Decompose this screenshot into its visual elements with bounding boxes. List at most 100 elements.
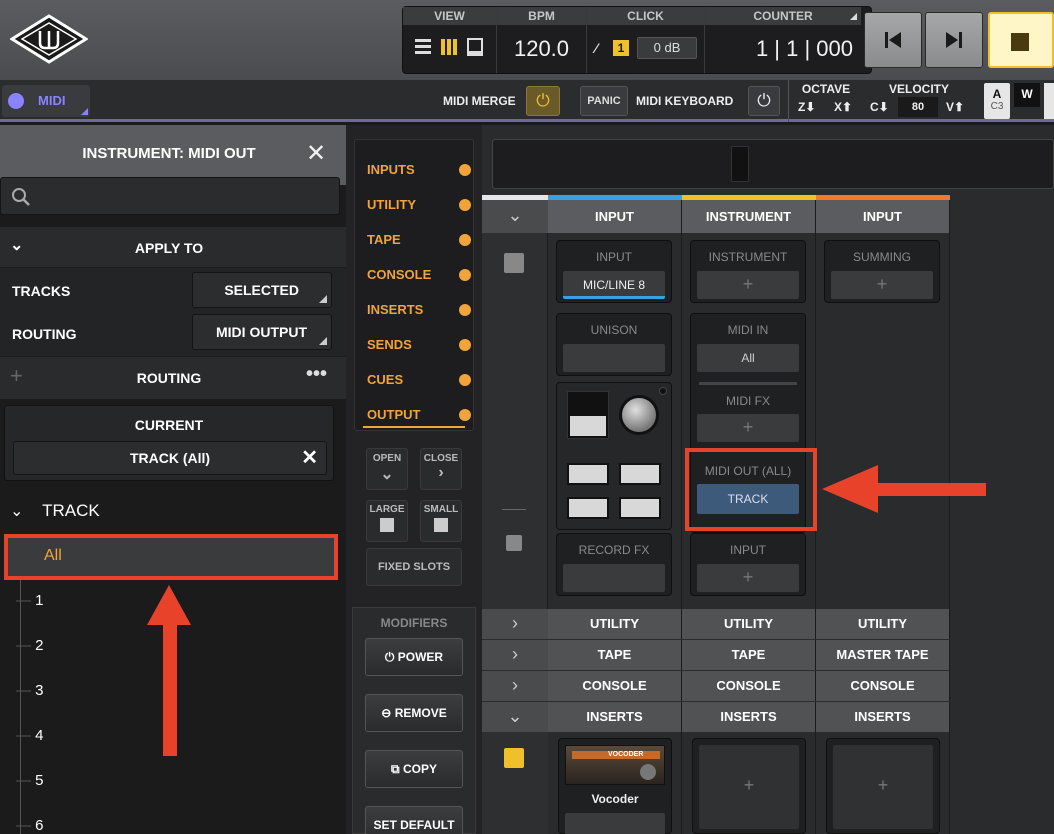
overview-strip[interactable] (492, 139, 1054, 189)
gain-knob[interactable] (619, 395, 659, 435)
collapse-inserts-button[interactable]: ⌄ (482, 702, 548, 732)
tab-sends[interactable]: SENDS (367, 327, 471, 362)
power-modifier-button[interactable]: ⏻ POWER (365, 638, 463, 676)
tape-row-3[interactable]: MASTER TAPE (816, 640, 950, 670)
forward-button[interactable] (925, 12, 983, 68)
tab-cues[interactable]: CUES (367, 362, 471, 397)
console-row-3[interactable]: CONSOLE (816, 671, 950, 701)
panic-button[interactable]: PANIC (580, 86, 628, 116)
tree-item-6[interactable]: — 6 (16, 817, 44, 834)
open-button[interactable]: OPEN ⌄ (366, 448, 408, 490)
channel-header-input[interactable]: INPUT (548, 200, 682, 233)
preamp-button[interactable] (619, 497, 661, 519)
tree-item-2[interactable]: — 2 (16, 637, 44, 654)
insert-slot-empty-2[interactable]: + (692, 738, 806, 834)
unison-slot[interactable] (563, 344, 665, 372)
midi-mode-button[interactable]: MIDI (2, 85, 90, 117)
search-input[interactable] (0, 177, 340, 215)
routing-dropdown[interactable]: MIDI OUTPUT (192, 314, 332, 350)
apply-to-header[interactable]: ⌄ APPLY TO (0, 227, 346, 267)
console-view-icon[interactable] (467, 38, 483, 56)
tape-row-1[interactable]: TAPE (548, 640, 682, 670)
columns-view-icon[interactable] (441, 39, 457, 55)
preamp-button[interactable] (619, 463, 661, 485)
midi-merge-power-button[interactable]: ⏻ (526, 86, 560, 116)
channel-header-input-2[interactable]: INPUT (816, 200, 950, 233)
expand-tape-button[interactable]: › (482, 640, 548, 670)
velocity-down-button[interactable]: C⬇ (870, 100, 889, 114)
velocity-up-button[interactable]: V⬆ (946, 100, 964, 114)
add-instrument-button[interactable]: + (697, 271, 799, 299)
small-button[interactable]: SMALL (420, 500, 462, 542)
add-input-button[interactable]: + (697, 564, 799, 592)
remove-modifier-button[interactable]: ⊖ REMOVE (365, 694, 463, 732)
insert-slot-empty-3[interactable]: + (826, 738, 940, 834)
remove-icon[interactable]: ✕ (301, 442, 318, 474)
inserts-row-3[interactable]: INSERTS (816, 702, 950, 732)
tab-tape[interactable]: TAPE (367, 222, 471, 257)
insert-slot-vocoder[interactable]: VOCODER Vocoder (558, 738, 672, 834)
close-button[interactable]: CLOSE › (420, 448, 462, 490)
tab-inputs[interactable]: INPUTS (367, 152, 471, 187)
insert-slot-empty[interactable] (565, 813, 665, 834)
tree-item-4[interactable]: — 4 (16, 727, 44, 744)
channel-header-instrument[interactable]: INSTRUMENT (682, 200, 816, 233)
bpm-section[interactable]: BPM 120.0 (497, 7, 587, 73)
tree-item-5[interactable]: — 5 (16, 772, 44, 789)
inserts-row-2[interactable]: INSERTS (682, 702, 816, 732)
tree-item-3[interactable]: — 3 (16, 682, 44, 699)
console-row-1[interactable]: CONSOLE (548, 671, 682, 701)
tree-item-1[interactable]: — 1 (16, 592, 44, 609)
preamp-button[interactable] (567, 463, 609, 485)
power-icon: ⏻ (536, 91, 550, 110)
list-view-icon[interactable] (415, 39, 431, 55)
tab-console[interactable]: CONSOLE (367, 257, 471, 292)
preamp-button[interactable] (567, 497, 609, 519)
midi-keyboard-power-button[interactable]: ⏻ (748, 86, 780, 116)
velocity-value[interactable]: 80 (898, 97, 938, 117)
record-fx-slot[interactable] (563, 564, 665, 592)
counter-value[interactable]: 1 | 1 | 000 (705, 29, 861, 69)
fixed-slots-button[interactable]: FIXED SLOTS (366, 548, 462, 586)
stop-button[interactable] (988, 12, 1054, 68)
counter-section[interactable]: COUNTER 1 | 1 | 000 (705, 7, 861, 73)
expand-utility-button[interactable]: › (482, 609, 548, 639)
close-icon[interactable]: ✕ (306, 139, 326, 168)
current-routing-chip[interactable]: TRACK (All) ✕ (13, 441, 327, 475)
more-options-icon[interactable]: ••• (306, 363, 327, 386)
tape-row-2[interactable]: TAPE (682, 640, 816, 670)
set-default-button[interactable]: SET DEFAULT (365, 806, 463, 834)
add-midi-fx-button[interactable]: + (697, 414, 799, 442)
piano-key-w[interactable]: W (1014, 83, 1040, 107)
octave-up-button[interactable]: X⬆ (834, 100, 852, 114)
octave-down-button[interactable]: Z⬇ (798, 100, 815, 114)
collapse-slot-icon[interactable] (506, 535, 522, 551)
copy-modifier-button[interactable]: ⧉ COPY (365, 750, 463, 788)
tracks-dropdown[interactable]: SELECTED (192, 272, 332, 308)
bpm-value[interactable]: 120.0 (497, 29, 586, 69)
add-summing-button[interactable]: + (831, 271, 933, 299)
inserts-row-1[interactable]: INSERTS (548, 702, 682, 732)
utility-row-3[interactable]: UTILITY (816, 609, 950, 639)
piano-key-next[interactable] (1044, 83, 1054, 119)
utility-row-1[interactable]: UTILITY (548, 609, 682, 639)
track-tree-header[interactable]: ⌄ TRACK (10, 501, 100, 521)
add-insert-button[interactable]: + (699, 745, 799, 829)
rewind-button[interactable] (864, 12, 922, 68)
click-level-field[interactable]: 0 dB (637, 37, 697, 59)
utility-row-2[interactable]: UTILITY (682, 609, 816, 639)
tab-inserts[interactable]: INSERTS (367, 292, 471, 327)
piano-key-a[interactable]: A C3 (984, 83, 1010, 119)
expand-console-button[interactable]: › (482, 671, 548, 701)
preamp-toggle[interactable] (567, 391, 609, 439)
metronome-icon[interactable]: ⁄ (595, 40, 609, 56)
input-source-field[interactable]: MIC/LINE 8 (563, 271, 665, 299)
add-insert-button[interactable]: + (833, 745, 933, 829)
collapse-inputs-button[interactable]: ⌄ (482, 200, 548, 233)
overview-scroll-thumb[interactable] (731, 146, 749, 182)
click-badge[interactable]: 1 (613, 40, 629, 56)
tab-utility[interactable]: UTILITY (367, 187, 471, 222)
large-button[interactable]: LARGE (366, 500, 408, 542)
midi-in-field[interactable]: All (697, 344, 799, 372)
console-row-2[interactable]: CONSOLE (682, 671, 816, 701)
